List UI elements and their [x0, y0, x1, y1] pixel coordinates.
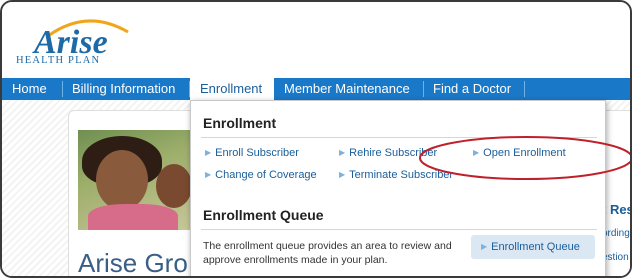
change-of-coverage-link[interactable]: ▶ Change of Coverage: [205, 169, 317, 181]
nav-find-a-doctor[interactable]: Find a Doctor: [433, 78, 511, 100]
button-label: Enrollment Queue: [491, 241, 580, 253]
site-header: Arise HEALTH PLAN: [2, 2, 630, 78]
nav-enrollment[interactable]: Enrollment: [190, 78, 274, 100]
right-triangle-icon: ▶: [339, 170, 346, 179]
photo-shirt: [88, 204, 178, 230]
divider: [201, 229, 597, 230]
right-triangle-icon: ▶: [339, 148, 346, 157]
photo-child-face: [156, 164, 192, 208]
terminate-subscriber-link[interactable]: ▶ Terminate Subscriber: [339, 169, 453, 181]
enrollment-heading: Enrollment: [203, 115, 277, 131]
enroll-subscriber-link[interactable]: ▶ Enroll Subscriber: [205, 147, 299, 159]
enrollment-dropdown-menu: Enrollment ▶ Enroll Subscriber ▶ Rehire Su…: [190, 100, 606, 276]
right-triangle-icon: ▶: [205, 170, 212, 179]
sidebar-heading-partial: t Res: [602, 202, 632, 217]
main-nav: Home Billing Information Enrollment Memb…: [2, 78, 630, 100]
rehire-subscriber-link[interactable]: ▶ Rehire Subscriber: [339, 147, 437, 159]
link-label: Terminate Subscriber: [349, 169, 454, 181]
divider: [201, 137, 597, 138]
nav-divider: [524, 81, 525, 97]
nav-member-maintenance[interactable]: Member Maintenance: [284, 78, 410, 100]
open-enrollment-link[interactable]: ▶ Open Enrollment: [473, 147, 566, 159]
right-triangle-icon: ▶: [473, 148, 480, 157]
enrollment-queue-button[interactable]: ▶ Enrollment Queue: [471, 235, 595, 259]
right-triangle-icon: ▶: [205, 148, 212, 157]
right-triangle-icon: ▶: [481, 242, 488, 251]
hero-photo: [78, 130, 194, 230]
nav-billing-information[interactable]: Billing Information: [72, 78, 175, 100]
logo-tagline: HEALTH PLAN: [16, 55, 101, 66]
arise-logo[interactable]: Arise HEALTH PLAN: [16, 10, 146, 72]
browser-frame: Arise HEALTH PLAN Home Billing Informati…: [0, 0, 632, 278]
sidebar-link-partial[interactable]: ording: [602, 228, 630, 239]
page-title: Arise Gro: [78, 248, 188, 278]
enrollment-queue-description: The enrollment queue provides an area to…: [203, 240, 452, 266]
photo-face: [96, 150, 148, 210]
link-label: Rehire Subscriber: [349, 147, 438, 159]
nav-divider: [423, 81, 424, 97]
link-label: Change of Coverage: [215, 169, 317, 181]
sidebar-link-partial[interactable]: estion: [602, 252, 629, 263]
nav-home[interactable]: Home: [12, 78, 47, 100]
enrollment-queue-heading: Enrollment Queue: [203, 207, 324, 223]
nav-divider: [62, 81, 63, 97]
link-label: Open Enrollment: [483, 147, 566, 159]
link-label: Enroll Subscriber: [215, 147, 299, 159]
